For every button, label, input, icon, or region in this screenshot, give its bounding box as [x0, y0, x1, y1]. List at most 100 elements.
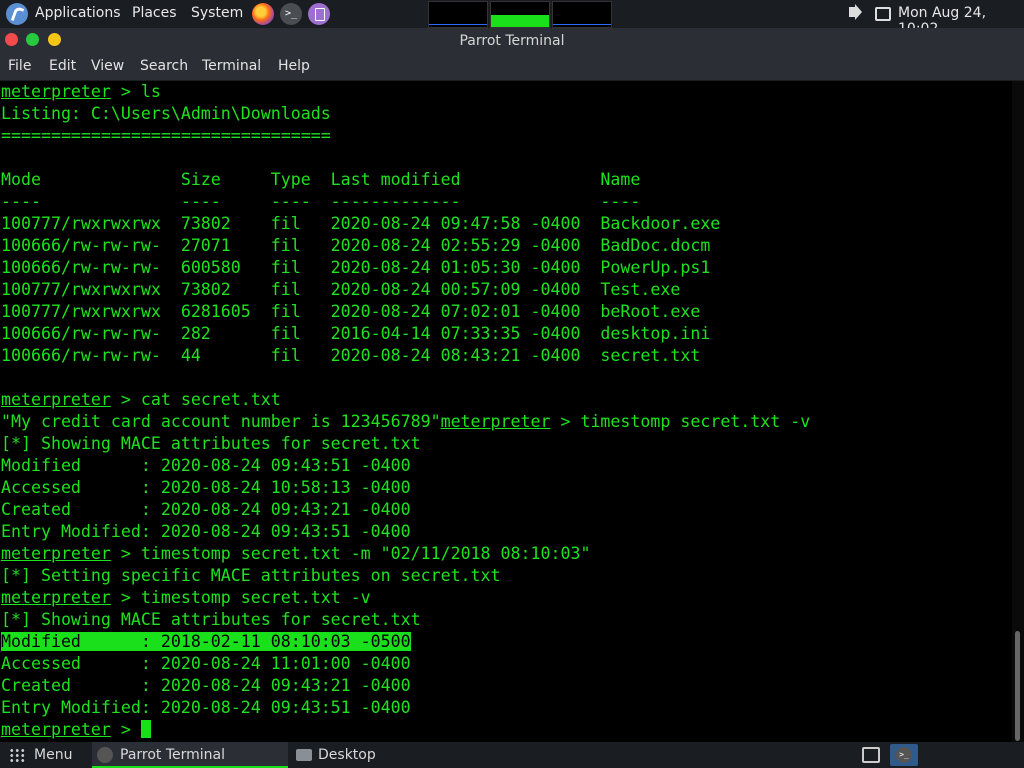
terminal-text: "My credit card account number is 123456… — [1, 412, 441, 431]
terminal-line: Created : 2020-08-24 09:43:21 -0400 — [1, 499, 411, 521]
text-cursor — [140, 720, 151, 738]
terminal-text: > ls — [110, 82, 161, 101]
terminal-line: meterpreter > — [1, 719, 151, 741]
notes-icon[interactable] — [308, 3, 330, 25]
terminal-line: Listing: C:\Users\Admin\Downloads — [1, 103, 331, 125]
terminal-line: 100666/rw-rw-rw- 600580 fil 2020-08-24 0… — [1, 257, 710, 279]
terminal-text: Accessed : 2020-08-24 10:58:13 -0400 — [1, 478, 411, 497]
prompt-label: meterpreter — [1, 82, 111, 101]
firefox-icon[interactable] — [252, 3, 274, 25]
terminal-line: 100777/rwxrwxrwx 73802 fil 2020-08-24 00… — [1, 279, 680, 301]
terminal-text: ================================= — [1, 126, 331, 145]
taskbar-item-parrot-terminal[interactable]: Parrot Terminal — [92, 742, 288, 768]
terminal-line: "My credit card account number is 123456… — [1, 411, 810, 433]
terminal-text: 100777/rwxrwxrwx 73802 fil 2020-08-24 00… — [1, 280, 681, 299]
terminal-line: meterpreter > timestomp secret.txt -m "0… — [1, 543, 590, 565]
volume-icon[interactable] — [849, 4, 862, 20]
terminal-line: meterpreter > ls — [1, 81, 161, 103]
terminal-text: 100666/rw-rw-rw- 27071 fil 2020-08-24 02… — [1, 236, 711, 255]
taskbar-item-label: Parrot Terminal — [120, 747, 226, 763]
screenshot-tray-icon[interactable] — [862, 747, 880, 763]
prompt-label: meterpreter — [1, 544, 111, 563]
terminal-line: [*] Showing MACE attributes for secret.t… — [1, 609, 421, 631]
terminal-text: [*] Showing MACE attributes for secret.t… — [1, 434, 421, 453]
terminal-text: > cat secret.txt — [110, 390, 281, 409]
terminal-text: 100666/rw-rw-rw- 282 fil 2016-04-14 07:3… — [1, 324, 711, 343]
taskbar: Menu Parrot Terminal Desktop >_ — [0, 742, 1024, 768]
workspace-2[interactable] — [490, 1, 550, 28]
terminal-text: Listing: C:\Users\Admin\Downloads — [1, 104, 331, 123]
terminal-line: Modified : 2020-08-24 09:43:51 -0400 — [1, 455, 411, 477]
prompt-label: meterpreter — [1, 588, 111, 607]
prompt-label: meterpreter — [1, 390, 111, 409]
taskbar-item-label: Desktop — [318, 747, 376, 763]
terminal-line: Accessed : 2020-08-24 11:01:00 -0400 — [1, 653, 411, 675]
terminal-text: Entry Modified: 2020-08-24 09:43:51 -040… — [1, 522, 411, 541]
menu-file[interactable]: File — [8, 58, 31, 74]
workspace-1[interactable] — [428, 1, 488, 28]
terminal-line: meterpreter > timestomp secret.txt -v — [1, 587, 371, 609]
terminal-text: 100666/rw-rw-rw- 44 fil 2020-08-24 08:43… — [1, 346, 701, 365]
terminal-line: Mode Size Type Last modified Name — [1, 169, 640, 191]
terminal-line: Entry Modified: 2020-08-24 09:43:51 -040… — [1, 521, 411, 543]
terminal-line: ---- ---- ---- ------------- ---- — [1, 191, 640, 213]
terminal-line: Accessed : 2020-08-24 10:58:13 -0400 — [1, 477, 411, 499]
terminal-text: Accessed : 2020-08-24 11:01:00 -0400 — [1, 654, 411, 673]
terminal-line: 100666/rw-rw-rw- 44 fil 2020-08-24 08:43… — [1, 345, 700, 367]
terminal-text: 100666/rw-rw-rw- 600580 fil 2020-08-24 0… — [1, 258, 711, 277]
terminal-line: Modified : 2018-02-11 08:10:03 -0500 — [1, 631, 411, 653]
terminal-tray-icon[interactable]: >_ — [890, 744, 918, 766]
prompt-label: meterpreter — [440, 412, 551, 431]
terminal-output[interactable]: meterpreter > ls Listing: C:\Users\Admin\… — [0, 81, 1012, 745]
menu-view[interactable]: View — [91, 58, 124, 74]
terminal-text: > timestomp secret.txt -m "02/11/2018 08… — [110, 544, 591, 563]
terminal-line: [*] Setting specific MACE attributes on … — [1, 565, 501, 587]
menu-help[interactable]: Help — [278, 58, 310, 74]
terminal-text: [*] Showing MACE attributes for secret.t… — [1, 610, 421, 629]
terminal-scrollbar[interactable] — [1012, 81, 1024, 745]
highlighted-text: Modified : 2018-02-11 08:10:03 -0500 — [1, 632, 411, 651]
terminal-text: Mode Size Type Last modified Name — [1, 170, 641, 189]
terminal-text: > timestomp secret.txt -v — [110, 588, 371, 607]
parrot-logo-icon[interactable] — [6, 3, 28, 25]
menu-bar: File Edit View Search Terminal Help — [0, 56, 1024, 81]
scrollbar-thumb[interactable] — [1015, 631, 1020, 741]
terminal-text: ---- ---- ---- ------------- ---- — [1, 192, 641, 211]
terminal-line: [*] Showing MACE attributes for secret.t… — [1, 433, 421, 455]
terminal-text: Created : 2020-08-24 09:43:21 -0400 — [1, 500, 411, 519]
taskbar-menu-button[interactable]: Menu — [34, 747, 72, 763]
terminal-text: Created : 2020-08-24 09:43:21 -0400 — [1, 676, 411, 695]
terminal-text: 100777/rwxrwxrwx 6281605 fil 2020-08-24 … — [1, 302, 701, 321]
window-title: Parrot Terminal — [459, 33, 565, 49]
system-menu[interactable]: System — [191, 5, 243, 21]
terminal-icon — [97, 747, 113, 763]
prompt-label: meterpreter — [1, 720, 111, 739]
terminal-line: ================================= — [1, 125, 331, 147]
terminal-text: 100777/rwxrwxrwx 73802 fil 2020-08-24 09… — [1, 214, 721, 233]
menu-terminal[interactable]: Terminal — [202, 58, 261, 74]
terminal-line: Entry Modified: 2020-08-24 09:43:51 -040… — [1, 697, 411, 719]
terminal-line: 100777/rwxrwxrwx 73802 fil 2020-08-24 09… — [1, 213, 720, 235]
terminal-icon[interactable]: >_ — [280, 3, 302, 25]
folder-icon — [296, 749, 312, 761]
top-panel: Applications Places System >_ Mon Aug 24… — [0, 0, 1024, 37]
terminal-text: > — [110, 720, 141, 739]
terminal-line: 100777/rwxrwxrwx 6281605 fil 2020-08-24 … — [1, 301, 700, 323]
terminal-text: [*] Setting specific MACE attributes on … — [1, 566, 501, 585]
terminal-line: Created : 2020-08-24 09:43:21 -0400 — [1, 675, 411, 697]
terminal-line: meterpreter > cat secret.txt — [1, 389, 281, 411]
applications-menu[interactable]: Applications — [35, 5, 121, 21]
terminal-line: 100666/rw-rw-rw- 282 fil 2016-04-14 07:3… — [1, 323, 710, 345]
taskbar-item-desktop[interactable]: Desktop — [292, 742, 482, 768]
terminal-text: > timestomp secret.txt -v — [550, 412, 811, 431]
menu-search[interactable]: Search — [140, 58, 188, 74]
screen-icon[interactable] — [875, 7, 891, 21]
menu-grid-icon[interactable] — [9, 748, 25, 762]
places-menu[interactable]: Places — [132, 5, 177, 21]
terminal-text: Modified : 2020-08-24 09:43:51 -0400 — [1, 456, 411, 475]
window-title-bar: Parrot Terminal — [0, 28, 1024, 56]
terminal-line: 100666/rw-rw-rw- 27071 fil 2020-08-24 02… — [1, 235, 710, 257]
menu-edit[interactable]: Edit — [49, 58, 76, 74]
terminal-text: Entry Modified: 2020-08-24 09:43:51 -040… — [1, 698, 411, 717]
workspace-3[interactable] — [552, 1, 612, 28]
